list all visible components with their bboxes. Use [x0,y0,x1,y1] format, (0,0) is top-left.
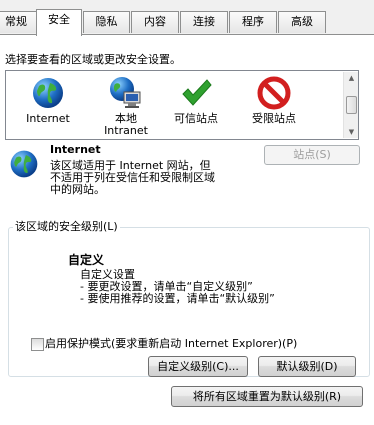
zone-label-restricted: 受限站点 [252,112,296,125]
zone-list-scrollbar[interactable]: ▲ ▼ [343,72,358,138]
zone-item-trusted[interactable]: 可信站点 [156,75,236,125]
zone-item-intranet[interactable]: 本地 Intranet [86,75,166,137]
sites-button[interactable]: 站点(S) [264,145,360,165]
level-title: 自定义 [68,253,105,267]
tab-programs[interactable]: 程序 [229,11,277,33]
custom-level-button[interactable]: 自定义级别(C)... [148,356,248,377]
zone-item-internet[interactable]: Internet [8,75,88,125]
zone-label-internet: Internet [26,112,70,125]
level-bullet-default: - 要使用推荐的设置，请单击“默认级别” [80,292,275,305]
zone-label-intranet: 本地 Intranet [104,112,148,137]
checkmark-icon [182,79,212,106]
selected-zone-globe-icon [10,150,38,178]
tab-connections[interactable]: 连接 [180,11,228,33]
protected-mode-label[interactable]: 启用保护模式(要求重新启动 Internet Explorer)(P) [45,337,297,351]
tab-content[interactable]: 内容 [131,11,179,33]
scroll-down-icon[interactable]: ▼ [344,126,359,138]
no-entry-icon [257,76,291,110]
tab-security[interactable]: 安全 [36,9,82,36]
tab-privacy[interactable]: 隐私 [83,11,130,33]
selected-zone-title: Internet [50,143,101,156]
zone-label-trusted: 可信站点 [174,112,218,125]
default-level-button[interactable]: 默认级别(D) [258,356,356,377]
zone-instruction: 选择要查看的区域或更改安全设置。 [5,53,181,66]
tab-strip: 常规 安全 隐私 内容 连接 程序 高级 [0,0,374,36]
scroll-thumb[interactable] [346,96,357,114]
protected-mode-checkbox[interactable] [31,338,44,351]
tab-general[interactable]: 常规 [0,11,38,33]
globe-icon [33,78,63,108]
zone-item-restricted[interactable]: 受限站点 [234,75,314,125]
security-level-group-label: 该区域的安全级别(L) [13,220,120,234]
scroll-up-icon[interactable]: ▲ [344,72,359,84]
tab-advanced[interactable]: 高级 [278,11,326,33]
zone-list[interactable]: Internet 本地 Intranet 可信站点 受限站点 [5,70,359,140]
reset-all-zones-button[interactable]: 将所有区域重置为默认级别(R) [171,386,363,407]
intranet-icon [110,77,141,108]
selected-zone-description: 该区域适用于 Internet 网站，但 不适用于列在受信任和受限制区域 中的网… [50,159,215,196]
